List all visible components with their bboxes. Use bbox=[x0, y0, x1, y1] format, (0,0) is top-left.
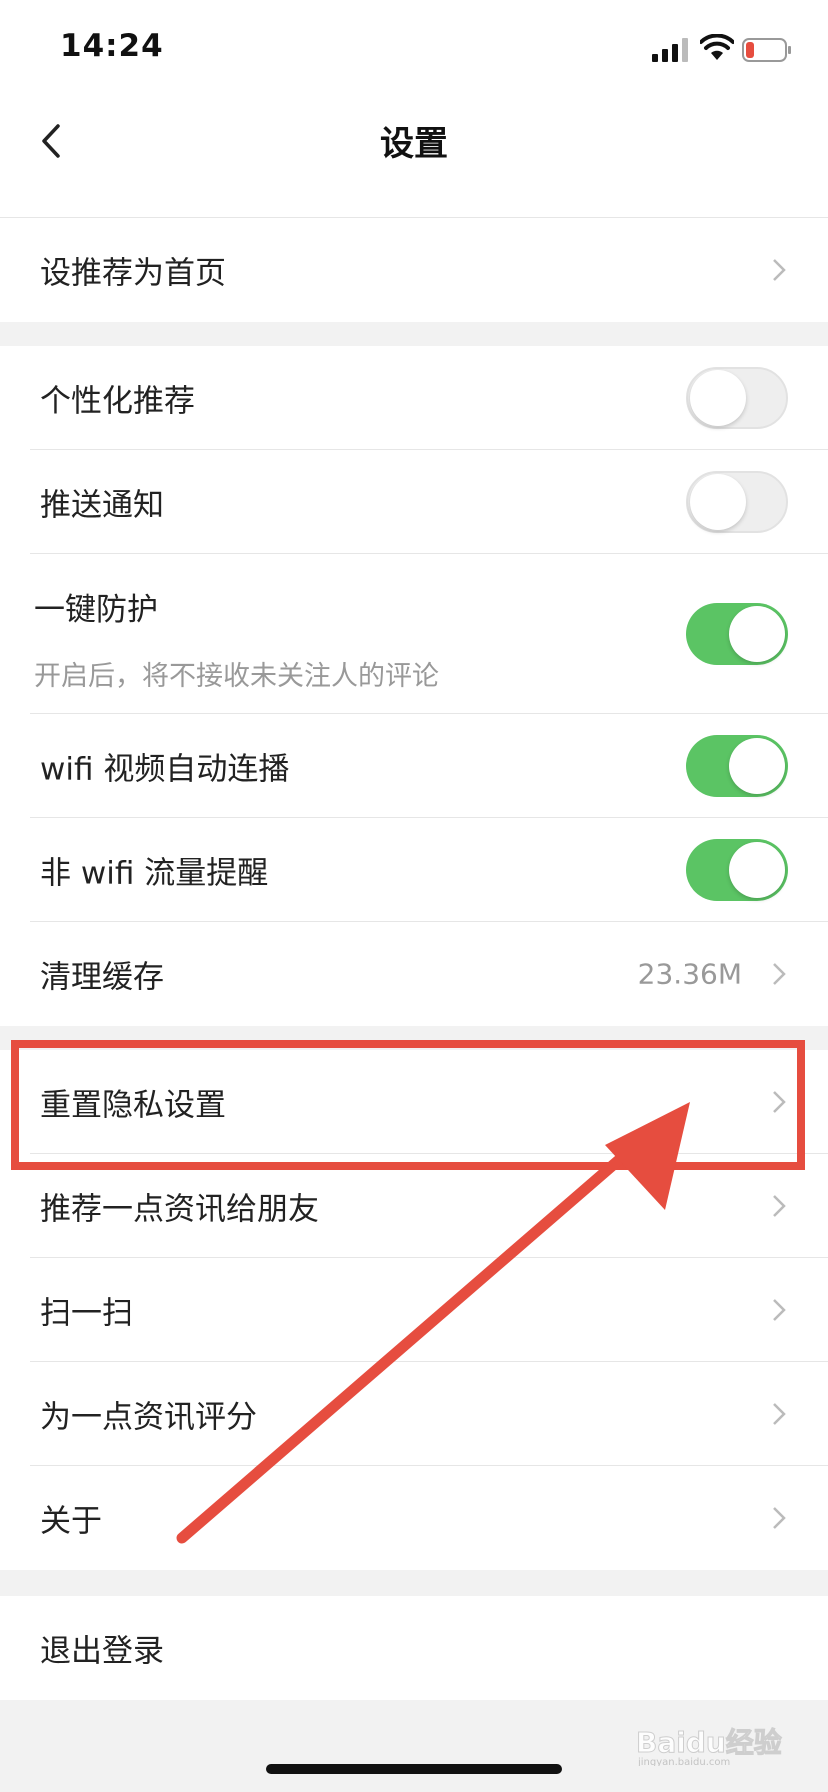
settings-group-preferences: 个性化推荐 推送通知 一键防护 开启后，将不接收未关注人的评论 wifi 视频自… bbox=[0, 346, 828, 1026]
row-label: 退出登录 bbox=[40, 1633, 164, 1670]
toggle-knob bbox=[729, 606, 785, 662]
row-label: 个性化推荐 bbox=[40, 383, 195, 420]
row-wifi-autoplay: wifi 视频自动连播 bbox=[0, 714, 828, 818]
row-description: 开启后，将不接收未关注人的评论 bbox=[34, 661, 439, 692]
home-indicator[interactable] bbox=[266, 1764, 562, 1774]
row-personalized-recommend: 个性化推荐 bbox=[0, 346, 828, 450]
row-label: 推送通知 bbox=[40, 487, 164, 524]
chevron-right-icon bbox=[773, 1403, 786, 1425]
row-about[interactable]: 关于 bbox=[0, 1466, 828, 1570]
row-label: 关于 bbox=[40, 1503, 102, 1540]
chevron-right-icon bbox=[773, 1299, 786, 1321]
row-clear-cache[interactable]: 清理缓存 23.36M bbox=[0, 922, 828, 1026]
toggle-knob bbox=[690, 474, 746, 530]
toggle-knob bbox=[729, 842, 785, 898]
row-label: 推荐一点资讯给朋友 bbox=[40, 1191, 319, 1228]
baidu-jingyan-watermark: Baidu经验 jingyan.baidu.com bbox=[636, 1726, 782, 1767]
wifi-icon bbox=[700, 34, 734, 60]
logout-button[interactable]: 退出登录 bbox=[0, 1596, 828, 1700]
status-time: 14:24 bbox=[60, 28, 164, 64]
row-set-recommend-homepage[interactable]: 设推荐为首页 bbox=[0, 218, 828, 322]
svg-text:jingyan.baidu.com: jingyan.baidu.com bbox=[637, 1757, 730, 1766]
row-label: 扫一扫 bbox=[40, 1295, 133, 1332]
svg-text:Baidu经验: Baidu经验 bbox=[636, 1726, 782, 1759]
cache-size-value: 23.36M bbox=[637, 957, 742, 991]
navigation-bar: 设置 bbox=[0, 96, 828, 218]
one-key-protection-toggle[interactable] bbox=[686, 603, 788, 665]
row-label: 非 wifi 流量提醒 bbox=[40, 855, 269, 892]
wifi-autoplay-toggle[interactable] bbox=[686, 735, 788, 797]
chevron-right-icon bbox=[773, 259, 786, 281]
battery-low-icon bbox=[742, 38, 791, 62]
non-wifi-data-alert-toggle[interactable] bbox=[686, 839, 788, 901]
annotation-highlight-box bbox=[11, 1040, 805, 1170]
toggle-knob bbox=[729, 738, 785, 794]
row-scan[interactable]: 扫一扫 bbox=[0, 1258, 828, 1362]
settings-group-account: 退出登录 bbox=[0, 1596, 828, 1700]
row-label: wifi 视频自动连播 bbox=[40, 751, 290, 788]
row-rate-app[interactable]: 为一点资讯评分 bbox=[0, 1362, 828, 1466]
push-notification-toggle[interactable] bbox=[686, 471, 788, 533]
row-push-notification: 推送通知 bbox=[0, 450, 828, 554]
row-label: 一键防护 bbox=[34, 592, 158, 628]
page-title: 设置 bbox=[380, 124, 448, 164]
chevron-right-icon bbox=[773, 1507, 786, 1529]
chevron-right-icon bbox=[773, 1195, 786, 1217]
row-non-wifi-data-alert: 非 wifi 流量提醒 bbox=[0, 818, 828, 922]
row-one-key-protection: 一键防护 开启后，将不接收未关注人的评论 bbox=[0, 554, 828, 714]
settings-group-homepage: 设推荐为首页 bbox=[0, 218, 828, 322]
cellular-signal-icon bbox=[652, 38, 688, 62]
status-bar: 14:24 bbox=[0, 0, 828, 96]
row-label: 设推荐为首页 bbox=[40, 255, 226, 292]
personalized-recommend-toggle[interactable] bbox=[686, 367, 788, 429]
row-label: 为一点资讯评分 bbox=[40, 1399, 257, 1436]
toggle-knob bbox=[690, 370, 746, 426]
row-label: 清理缓存 bbox=[40, 959, 164, 996]
chevron-right-icon bbox=[773, 963, 786, 985]
